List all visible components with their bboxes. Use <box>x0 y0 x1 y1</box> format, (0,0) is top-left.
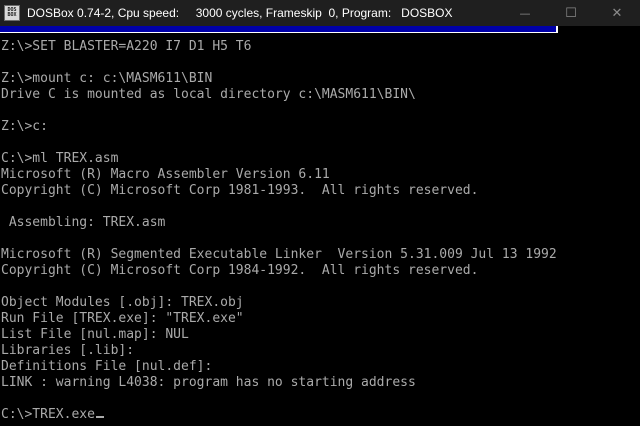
console-line-text: Assembling: TREX.asm <box>1 215 166 230</box>
close-icon: ✕ <box>611 5 623 21</box>
maximize-icon: ☐ <box>565 5 577 21</box>
maximize-button[interactable]: ☐ <box>548 0 594 26</box>
console-line: List File [nul.map]: NUL <box>1 327 639 343</box>
console-line: Run File [TREX.exe]: "TREX.exe" <box>1 311 639 327</box>
console-line-text: Microsoft (R) Macro Assembler Version 6.… <box>1 167 330 182</box>
console-line-text: LINK : warning L4038: program has no sta… <box>1 375 416 390</box>
console-line-text: Copyright (C) Microsoft Corp 1984-1992. … <box>1 263 479 278</box>
console-line: LINK : warning L4038: program has no sta… <box>1 375 639 391</box>
console-line-text: Drive C is mounted as local directory c:… <box>1 87 416 102</box>
title-bar[interactable]: DOS BOX DOSBox 0.74-2, Cpu speed: 3000 c… <box>0 0 640 26</box>
console-line: Object Modules [.obj]: TREX.obj <box>1 295 639 311</box>
console-line: Microsoft (R) Segmented Executable Linke… <box>1 247 639 263</box>
console-line-text: Copyright (C) Microsoft Corp 1981-1993. … <box>1 183 479 198</box>
app-icon-label-bottom: BOX <box>7 12 17 18</box>
minimize-button[interactable]: — <box>502 0 548 26</box>
window-controls: — ☐ ✕ <box>502 0 640 26</box>
console-line-text: Microsoft (R) Segmented Executable Linke… <box>1 247 557 262</box>
console-line: C:\>ml TREX.asm <box>1 151 639 167</box>
console-line: Copyright (C) Microsoft Corp 1984-1992. … <box>1 263 639 279</box>
console-line-text: List File [nul.map]: NUL <box>1 327 189 342</box>
text-cursor <box>95 416 104 418</box>
console-line: Libraries [.lib]: <box>1 343 639 359</box>
console-line-text: C:\>ml TREX.asm <box>1 151 119 166</box>
console-line: C:\>TREX.exe <box>1 407 639 423</box>
console-line-text: Z:\>mount c: c:\MASM611\BIN <box>1 71 213 86</box>
console-line: Z:\>mount c: c:\MASM611\BIN <box>1 71 639 87</box>
console-line-text: Z:\>SET BLASTER=A220 I7 D1 H5 T6 <box>1 39 252 54</box>
console-line: Z:\>c: <box>1 119 639 135</box>
console-output[interactable]: Z:\>SET BLASTER=A220 I7 D1 H5 T6 Z:\>moun… <box>1 39 639 423</box>
console-line: Drive C is mounted as local directory c:… <box>1 87 639 103</box>
console-line: Assembling: TREX.asm <box>1 215 639 231</box>
window-title: DOSBox 0.74-2, Cpu speed: 3000 cycles, F… <box>27 6 453 20</box>
console-line: Definitions File [nul.def]: <box>1 359 639 375</box>
console-line-text: Run File [TREX.exe]: "TREX.exe" <box>1 311 244 326</box>
console-line-text: Libraries [.lib]: <box>1 343 135 358</box>
close-button[interactable]: ✕ <box>594 0 640 26</box>
console-line: Z:\>SET BLASTER=A220 I7 D1 H5 T6 <box>1 39 639 55</box>
console-line-text: Definitions File [nul.def]: <box>1 359 213 374</box>
console-line-text: Z:\>c: <box>1 119 48 134</box>
console-line-text: C:\>TREX.exe <box>1 407 95 422</box>
console-line: Microsoft (R) Macro Assembler Version 6.… <box>1 167 639 183</box>
dosbox-app-icon[interactable]: DOS BOX <box>4 5 20 21</box>
console-line: Copyright (C) Microsoft Corp 1981-1993. … <box>1 183 639 199</box>
console-line-text: Object Modules [.obj]: TREX.obj <box>1 295 244 310</box>
dos-blue-frame <box>0 26 558 33</box>
dosbox-window: DOS BOX DOSBox 0.74-2, Cpu speed: 3000 c… <box>0 0 640 426</box>
minimize-icon: — <box>519 6 531 20</box>
